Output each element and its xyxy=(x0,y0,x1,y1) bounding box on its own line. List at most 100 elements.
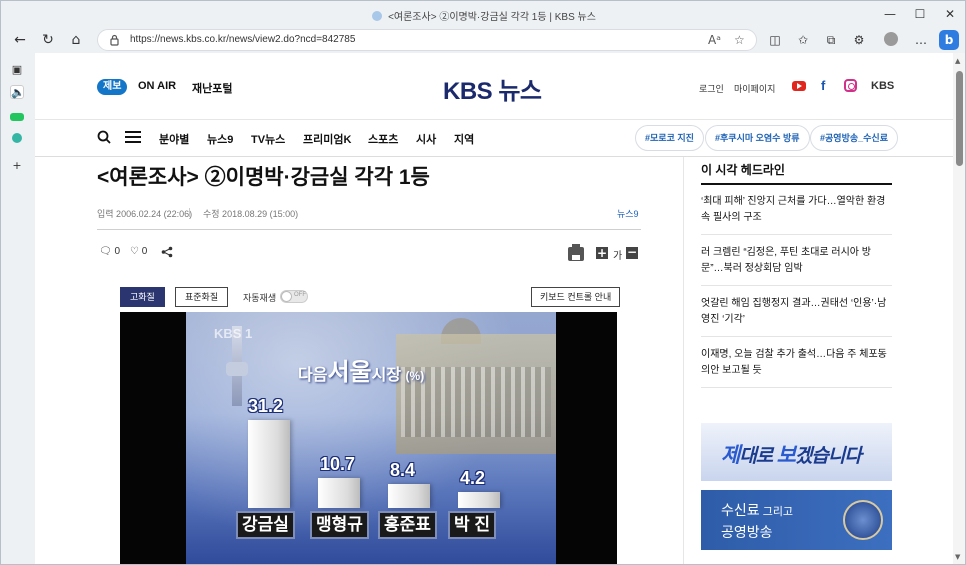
home-icon[interactable]: ⌂ xyxy=(65,29,87,51)
kbs-link[interactable]: KBS xyxy=(871,80,894,92)
font-size-label: 가 xyxy=(613,251,623,262)
promo-banner-quality-text: 제대로 보겠습니다 xyxy=(721,439,862,469)
disaster-portal-link[interactable]: 재난포털 xyxy=(192,80,232,96)
chart-value-label: 10.7 xyxy=(320,454,356,474)
close-button[interactable]: ✕ xyxy=(935,5,965,23)
kbs1-watermark: KBS 1 xyxy=(214,326,253,341)
comment-count: 0 xyxy=(114,246,121,257)
banner1-part1: 제 xyxy=(721,444,740,467)
comment-button[interactable]: 🗨︎ 0 xyxy=(99,246,120,257)
banner2-line1-small: 그리고 xyxy=(759,506,794,518)
audio-tab-icon[interactable]: 🔈 xyxy=(10,85,25,99)
address-bar[interactable]: https://news.kbs.co.kr/news/view2.do?ncd… xyxy=(97,29,757,51)
copilot-icon[interactable]: b xyxy=(939,30,959,50)
banner1-part4: 겠습니다 xyxy=(794,446,862,467)
hamburger-menu-icon[interactable] xyxy=(125,131,141,143)
main-nav: 분야별 뉴스9 TV뉴스 프리미엄K 스포츠 시사 지역 #모로코 지진 #후쿠… xyxy=(35,119,953,157)
video-player[interactable]: KBS 1 다음서울시장 (%) 31.2 강금실 10.7 맹형규 8.4 홍준표 4.2… xyxy=(120,312,617,564)
mypage-link[interactable]: 마이페이지 xyxy=(734,82,775,95)
nav-item-regional[interactable]: 지역 xyxy=(454,131,474,147)
headline-divider xyxy=(701,387,892,388)
favorite-star-icon[interactable]: ☆ xyxy=(734,33,745,47)
line-app-icon[interactable] xyxy=(10,113,24,121)
report-badge[interactable]: 제보 xyxy=(97,79,128,95)
banner1-part2: 대로 xyxy=(739,446,777,467)
nav-item-sections[interactable]: 분야별 xyxy=(159,131,189,147)
chart-title-prefix: 다음 xyxy=(298,367,328,384)
headline-divider xyxy=(701,336,892,337)
headline-item[interactable]: 이재명, 오늘 검찰 추가 출석…다음 주 체포동의안 보고될 듯 xyxy=(701,347,892,379)
headline-item[interactable]: 엇갈린 해임 집행정지 결과…권태선 ‘인용’·남영진 ‘기각’ xyxy=(701,296,892,328)
font-increase-button[interactable]: + xyxy=(596,247,608,259)
chart-title: 다음서울시장 (%) xyxy=(298,352,424,387)
seoul-tower-top xyxy=(226,362,248,376)
refresh-icon[interactable]: ↻ xyxy=(37,29,59,51)
split-screen-icon[interactable]: ◫ xyxy=(765,30,785,50)
read-aloud-icon[interactable]: Aᵃ xyxy=(708,33,721,47)
hashtag-license-fee[interactable]: #공영방송_수신료 xyxy=(810,125,898,151)
autoplay-toggle[interactable]: OFF xyxy=(280,290,308,303)
search-icon[interactable] xyxy=(97,130,111,144)
candidate-name-label: 홍준표 xyxy=(378,511,437,539)
add-tab-icon[interactable]: + xyxy=(10,159,24,173)
maximize-button[interactable]: ☐ xyxy=(905,5,935,23)
more-menu-icon[interactable]: … xyxy=(911,30,931,50)
video-frame: KBS 1 다음서울시장 (%) 31.2 강금실 10.7 맹형규 8.4 홍준표 4.2… xyxy=(186,312,556,564)
share-icon[interactable] xyxy=(161,246,173,258)
window-title: <여론조사> ②이명박·강금실 각각 1등 | KBS 뉴스 xyxy=(1,8,965,23)
minimize-button[interactable]: — xyxy=(875,5,905,23)
profile-avatar-icon[interactable] xyxy=(881,30,901,50)
title-bar: <여론조사> ②이명박·강금실 각각 1등 | KBS 뉴스 — ☐ ✕ xyxy=(1,1,965,27)
autoplay-label: 자동재생 xyxy=(243,293,277,303)
on-air-link[interactable]: ON AIR xyxy=(138,80,176,92)
chart-value-label: 4.2 xyxy=(460,468,486,488)
sd-quality-button[interactable]: 표준화질 xyxy=(175,287,229,307)
like-count: 0 xyxy=(141,246,148,257)
headline-section-title: 이 시각 헤드라인 xyxy=(701,163,785,177)
browser-sidebar: ▣ 🔈 + xyxy=(1,53,35,564)
back-arrow-icon[interactable]: ← xyxy=(9,29,31,51)
page-scrollbar[interactable]: ▲ ▼ xyxy=(953,53,965,564)
chart-bar xyxy=(388,484,430,508)
kbs-favicon-icon xyxy=(372,11,383,21)
kbs-news-logo[interactable]: KBS 뉴스 xyxy=(443,71,542,105)
headline-item[interactable]: ‘최대 피해’ 진앙지 근처를 가다…열악한 환경 속 필사의 구조 xyxy=(701,194,892,226)
kbs-emblem-image xyxy=(843,500,883,540)
article-category[interactable]: 뉴스9 xyxy=(617,207,639,220)
nav-item-sports[interactable]: 스포츠 xyxy=(368,131,398,147)
candidate-name-label: 박 진 xyxy=(448,511,497,539)
chart-bar xyxy=(458,492,500,508)
facebook-icon[interactable]: f xyxy=(821,78,825,93)
hashtag-fukushima[interactable]: #후쿠시마 오염수 방류 xyxy=(705,125,810,151)
login-link[interactable]: 로그인 xyxy=(699,82,724,95)
meta-divider xyxy=(189,208,190,217)
scroll-thumb[interactable] xyxy=(956,71,963,166)
chart-unit: (%) xyxy=(405,369,425,383)
nav-item-tv-news[interactable]: TV뉴스 xyxy=(251,131,285,147)
youtube-icon[interactable] xyxy=(792,81,806,91)
hashtag-morocco-earthquake[interactable]: #모로코 지진 xyxy=(635,125,704,151)
instagram-icon[interactable] xyxy=(844,79,857,92)
headline-item[interactable]: 러 크렘린 “김정은, 푸틴 초대로 러시아 방문”…북러 정상회담 임박 xyxy=(701,245,892,277)
nav-item-current-affairs[interactable]: 시사 xyxy=(416,131,436,147)
extensions-icon[interactable]: ⚙ xyxy=(849,30,869,50)
print-icon[interactable] xyxy=(568,244,584,261)
comment-icon: 🗨︎ xyxy=(99,246,112,257)
promo-banner-license-fee[interactable]: 수신료 그리고 공영방송 xyxy=(701,490,892,550)
keyboard-guide-button[interactable]: 키보드 컨트롤 안내 xyxy=(531,287,621,307)
url-text[interactable]: https://news.kbs.co.kr/news/view2.do?ncd… xyxy=(130,34,355,45)
scroll-up-icon[interactable]: ▲ xyxy=(955,57,960,65)
hd-quality-button[interactable]: 고화질 xyxy=(120,287,165,307)
font-decrease-button[interactable]: − xyxy=(626,246,638,259)
chart-value-label: 31.2 xyxy=(248,396,284,416)
favorites-icon[interactable]: ✩ xyxy=(793,30,813,50)
like-button[interactable]: ♡ 0 xyxy=(130,246,147,257)
collections-icon[interactable]: ⧉ xyxy=(821,30,841,50)
candidate-name-label: 강금실 xyxy=(236,511,295,539)
nav-item-premium-k[interactable]: 프리미엄K xyxy=(303,131,351,147)
tab-actions-icon[interactable]: ▣ xyxy=(10,63,24,77)
nav-item-news9[interactable]: 뉴스9 xyxy=(207,131,233,147)
promo-banner-quality[interactable]: 제대로 보겠습니다 xyxy=(701,423,892,481)
scroll-down-icon[interactable]: ▼ xyxy=(955,553,960,561)
app-shortcut-icon[interactable] xyxy=(12,133,22,143)
